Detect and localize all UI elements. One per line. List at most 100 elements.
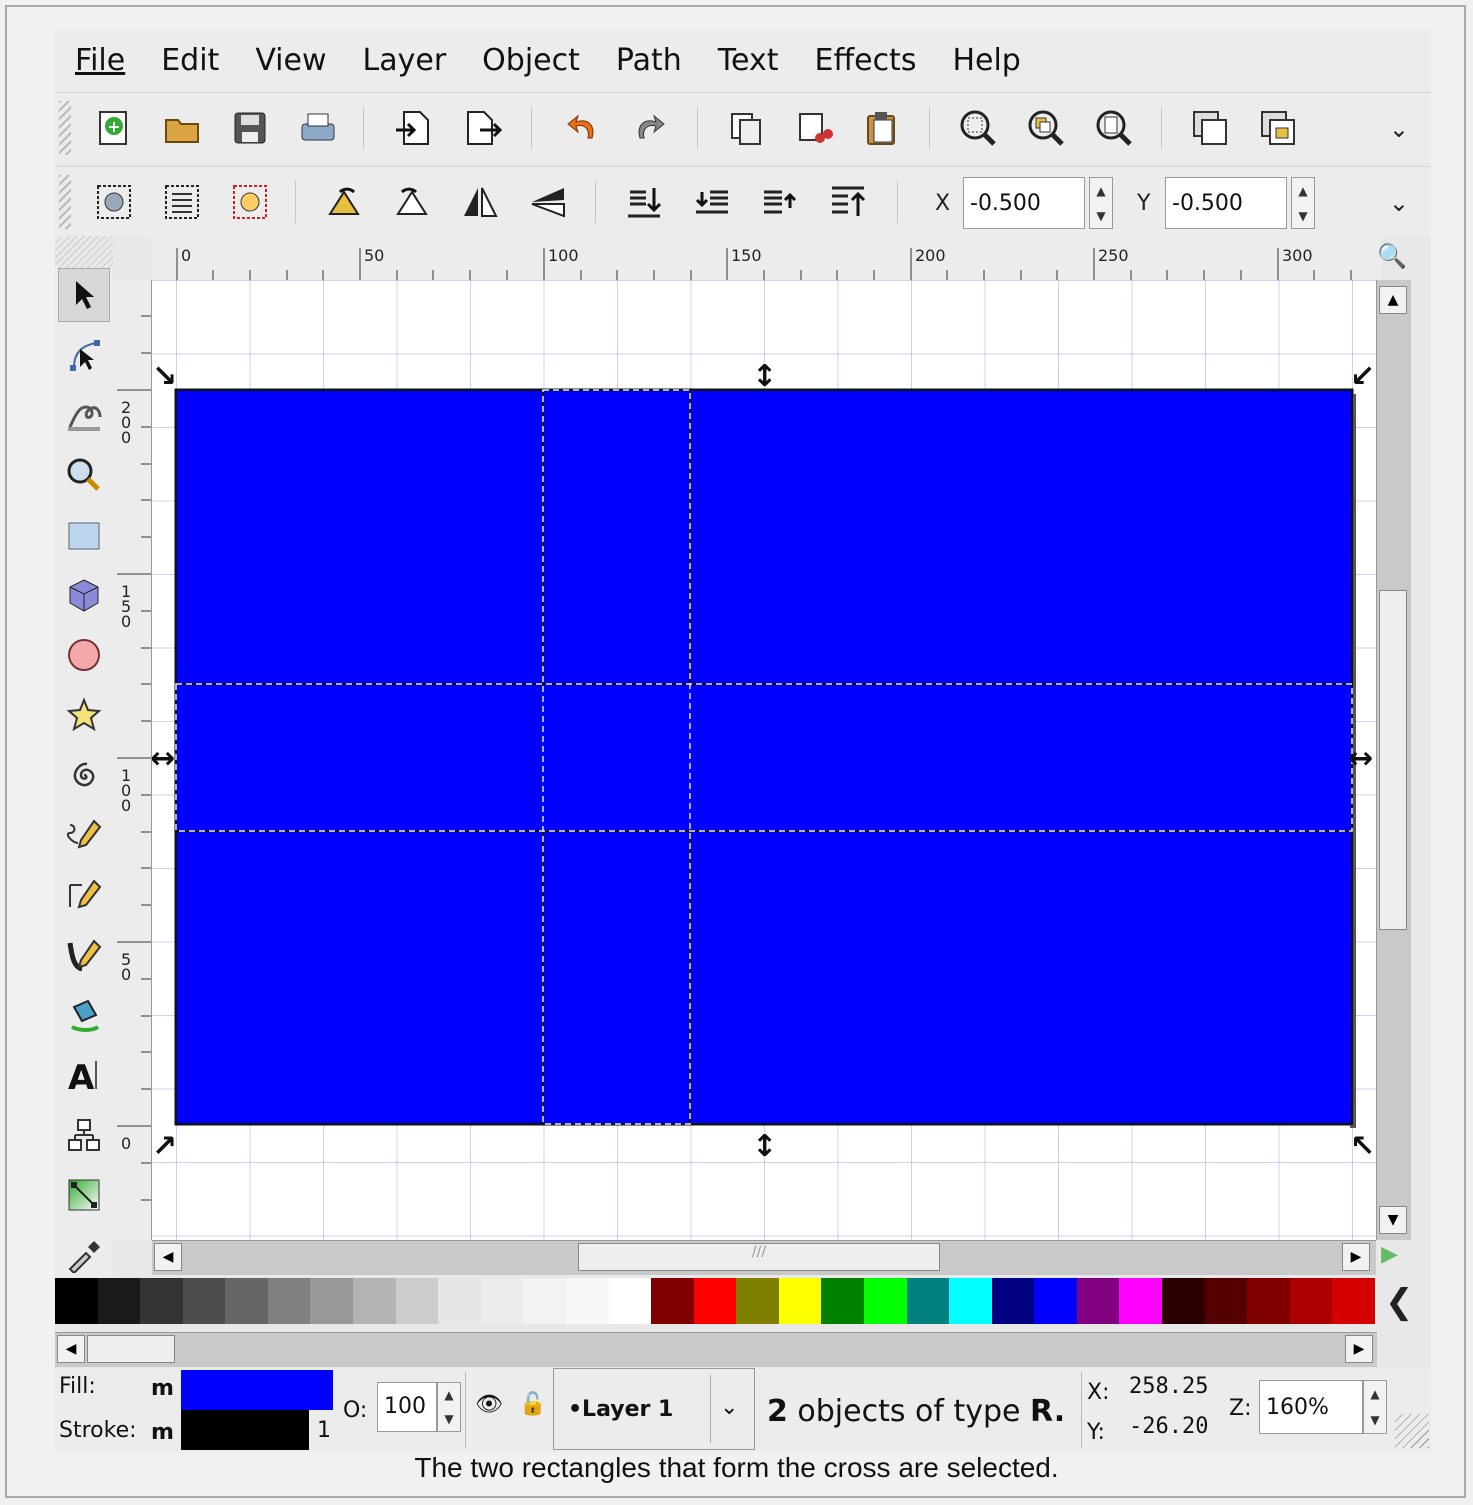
print-icon[interactable] <box>293 103 343 153</box>
palette-swatch[interactable] <box>693 1278 737 1324</box>
import-icon[interactable] <box>389 103 439 153</box>
cut-icon[interactable] <box>789 103 839 153</box>
new-document-icon[interactable]: + <box>89 103 139 153</box>
connector-tool[interactable] <box>58 1108 110 1162</box>
palette-scroll-right-button[interactable]: ▶ <box>1345 1335 1373 1363</box>
palette-swatch[interactable] <box>182 1278 226 1324</box>
palette-swatch[interactable] <box>608 1278 652 1324</box>
scroll-down-button[interactable]: ▼ <box>1379 1206 1407 1234</box>
menu-help[interactable]: Help <box>934 30 1038 92</box>
zoom-spin-button[interactable]: ▲ ▼ <box>1363 1380 1387 1434</box>
ungroup-icon[interactable] <box>1253 103 1303 153</box>
palette-swatch[interactable] <box>1076 1278 1120 1324</box>
color-management-icon[interactable]: ▶ <box>1381 1242 1398 1267</box>
resize-grip[interactable] <box>1395 1414 1429 1448</box>
horizontal-scrollbar[interactable]: ◀ /// ▶ <box>152 1240 1376 1275</box>
pen-tool[interactable] <box>58 868 110 922</box>
select-all-icon[interactable] <box>89 177 139 227</box>
palette-swatch[interactable] <box>1332 1278 1375 1324</box>
menu-text[interactable]: Text <box>700 30 797 92</box>
zoom-selection-icon[interactable] <box>953 103 1003 153</box>
zoom-page-icon[interactable] <box>1089 103 1139 153</box>
horizontal-ruler[interactable]: 0 50 100 150 200 250 300 <box>151 236 1381 281</box>
horizontal-scroll-thumb[interactable]: /// <box>578 1243 940 1271</box>
x-spin-button[interactable]: ▲ ▼ <box>1089 177 1113 229</box>
palette-swatch[interactable] <box>906 1278 950 1324</box>
palette-swatch[interactable] <box>863 1278 907 1324</box>
palette-swatch[interactable] <box>523 1278 566 1324</box>
vertical-ruler[interactable]: 200 150 100 50 0 <box>113 280 152 1240</box>
rotate-ccw-icon[interactable] <box>319 177 369 227</box>
vertical-scrollbar[interactable]: ▲ ▼ <box>1376 280 1411 1240</box>
ellipse-tool[interactable] <box>58 628 110 682</box>
palette-swatch[interactable] <box>1119 1278 1163 1324</box>
palette-swatch[interactable] <box>267 1278 311 1324</box>
stroke-swatch[interactable] <box>181 1410 309 1450</box>
vertical-scroll-thumb[interactable] <box>1379 590 1407 930</box>
deselect-icon[interactable] <box>225 177 275 227</box>
scroll-right-button[interactable]: ▶ <box>1342 1243 1370 1271</box>
star-tool[interactable] <box>58 688 110 742</box>
chevron-down-icon[interactable]: ⌄ <box>1389 189 1409 217</box>
zoom-input[interactable] <box>1259 1380 1363 1434</box>
select-all-layers-icon[interactable] <box>157 177 207 227</box>
chevron-down-icon[interactable]: ⌄ <box>1389 115 1409 143</box>
export-icon[interactable] <box>457 103 507 153</box>
y-spin-button[interactable]: ▲ ▼ <box>1291 177 1315 229</box>
drawing-canvas[interactable]: ↘ ↕ ↙ ↔ ↔ ↗ ↕ ↖ <box>152 280 1376 1240</box>
dropper-tool[interactable] <box>58 1228 110 1282</box>
palette-scroll-left-button[interactable]: ◀ <box>57 1335 85 1363</box>
text-tool[interactable]: A <box>58 1048 110 1102</box>
palette-swatch[interactable] <box>736 1278 779 1324</box>
rotate-cw-icon[interactable] <box>387 177 437 227</box>
menu-path[interactable]: Path <box>598 30 700 92</box>
opacity-spin-button[interactable]: ▲ ▼ <box>437 1382 461 1432</box>
palette-swatch[interactable] <box>310 1278 354 1324</box>
x-coordinate-input[interactable] <box>963 177 1085 229</box>
palette-swatch[interactable] <box>565 1278 609 1324</box>
duplicate-icon[interactable] <box>721 103 771 153</box>
raise-to-top-icon[interactable] <box>823 177 873 227</box>
layer-selector[interactable]: •Layer 1 ⌄ <box>553 1368 755 1450</box>
calligraphy-tool[interactable] <box>58 928 110 982</box>
y-coordinate-input[interactable] <box>1165 177 1287 229</box>
palette-swatch[interactable] <box>1034 1278 1077 1324</box>
menu-object[interactable]: Object <box>464 30 598 92</box>
eye-icon[interactable]: 👁 <box>475 1392 503 1417</box>
zoom-tool[interactable] <box>58 448 110 502</box>
lock-icon[interactable]: 🔓 <box>519 1392 546 1417</box>
palette-swatch[interactable] <box>651 1278 694 1324</box>
group-icon[interactable] <box>1185 103 1235 153</box>
raise-icon[interactable] <box>755 177 805 227</box>
gradient-tool[interactable] <box>58 1168 110 1222</box>
palette-swatch[interactable] <box>991 1278 1035 1324</box>
palette-swatch[interactable] <box>1289 1278 1333 1324</box>
palette-swatch[interactable] <box>225 1278 268 1324</box>
selector-tool[interactable] <box>58 268 110 322</box>
palette-swatch[interactable] <box>97 1278 141 1324</box>
paste-icon[interactable] <box>857 103 907 153</box>
rectangle-tool[interactable] <box>58 508 110 562</box>
lower-icon[interactable] <box>687 177 737 227</box>
palette-swatch[interactable] <box>949 1278 992 1324</box>
tweak-tool[interactable] <box>58 388 110 442</box>
undo-icon[interactable] <box>557 103 607 153</box>
palette-swatch[interactable] <box>480 1278 524 1324</box>
palette-swatch[interactable] <box>1162 1278 1205 1324</box>
menu-layer[interactable]: Layer <box>345 30 465 92</box>
spiral-tool[interactable] <box>58 748 110 802</box>
scroll-up-button[interactable]: ▲ <box>1379 286 1407 314</box>
opacity-input[interactable] <box>377 1382 437 1432</box>
fill-swatch[interactable] <box>181 1370 333 1410</box>
palette-swatch[interactable] <box>1204 1278 1248 1324</box>
menu-file[interactable]: File <box>55 30 143 92</box>
node-tool[interactable] <box>58 328 110 382</box>
palette-swatch[interactable] <box>353 1278 396 1324</box>
3d-box-tool[interactable] <box>58 568 110 622</box>
zoom-corner-icon[interactable]: 🔍 <box>1377 242 1407 270</box>
flip-vertical-icon[interactable] <box>523 177 573 227</box>
menu-edit[interactable]: Edit <box>143 30 237 92</box>
paint-bucket-tool[interactable] <box>58 988 110 1042</box>
open-folder-icon[interactable] <box>157 103 207 153</box>
redo-icon[interactable] <box>625 103 675 153</box>
